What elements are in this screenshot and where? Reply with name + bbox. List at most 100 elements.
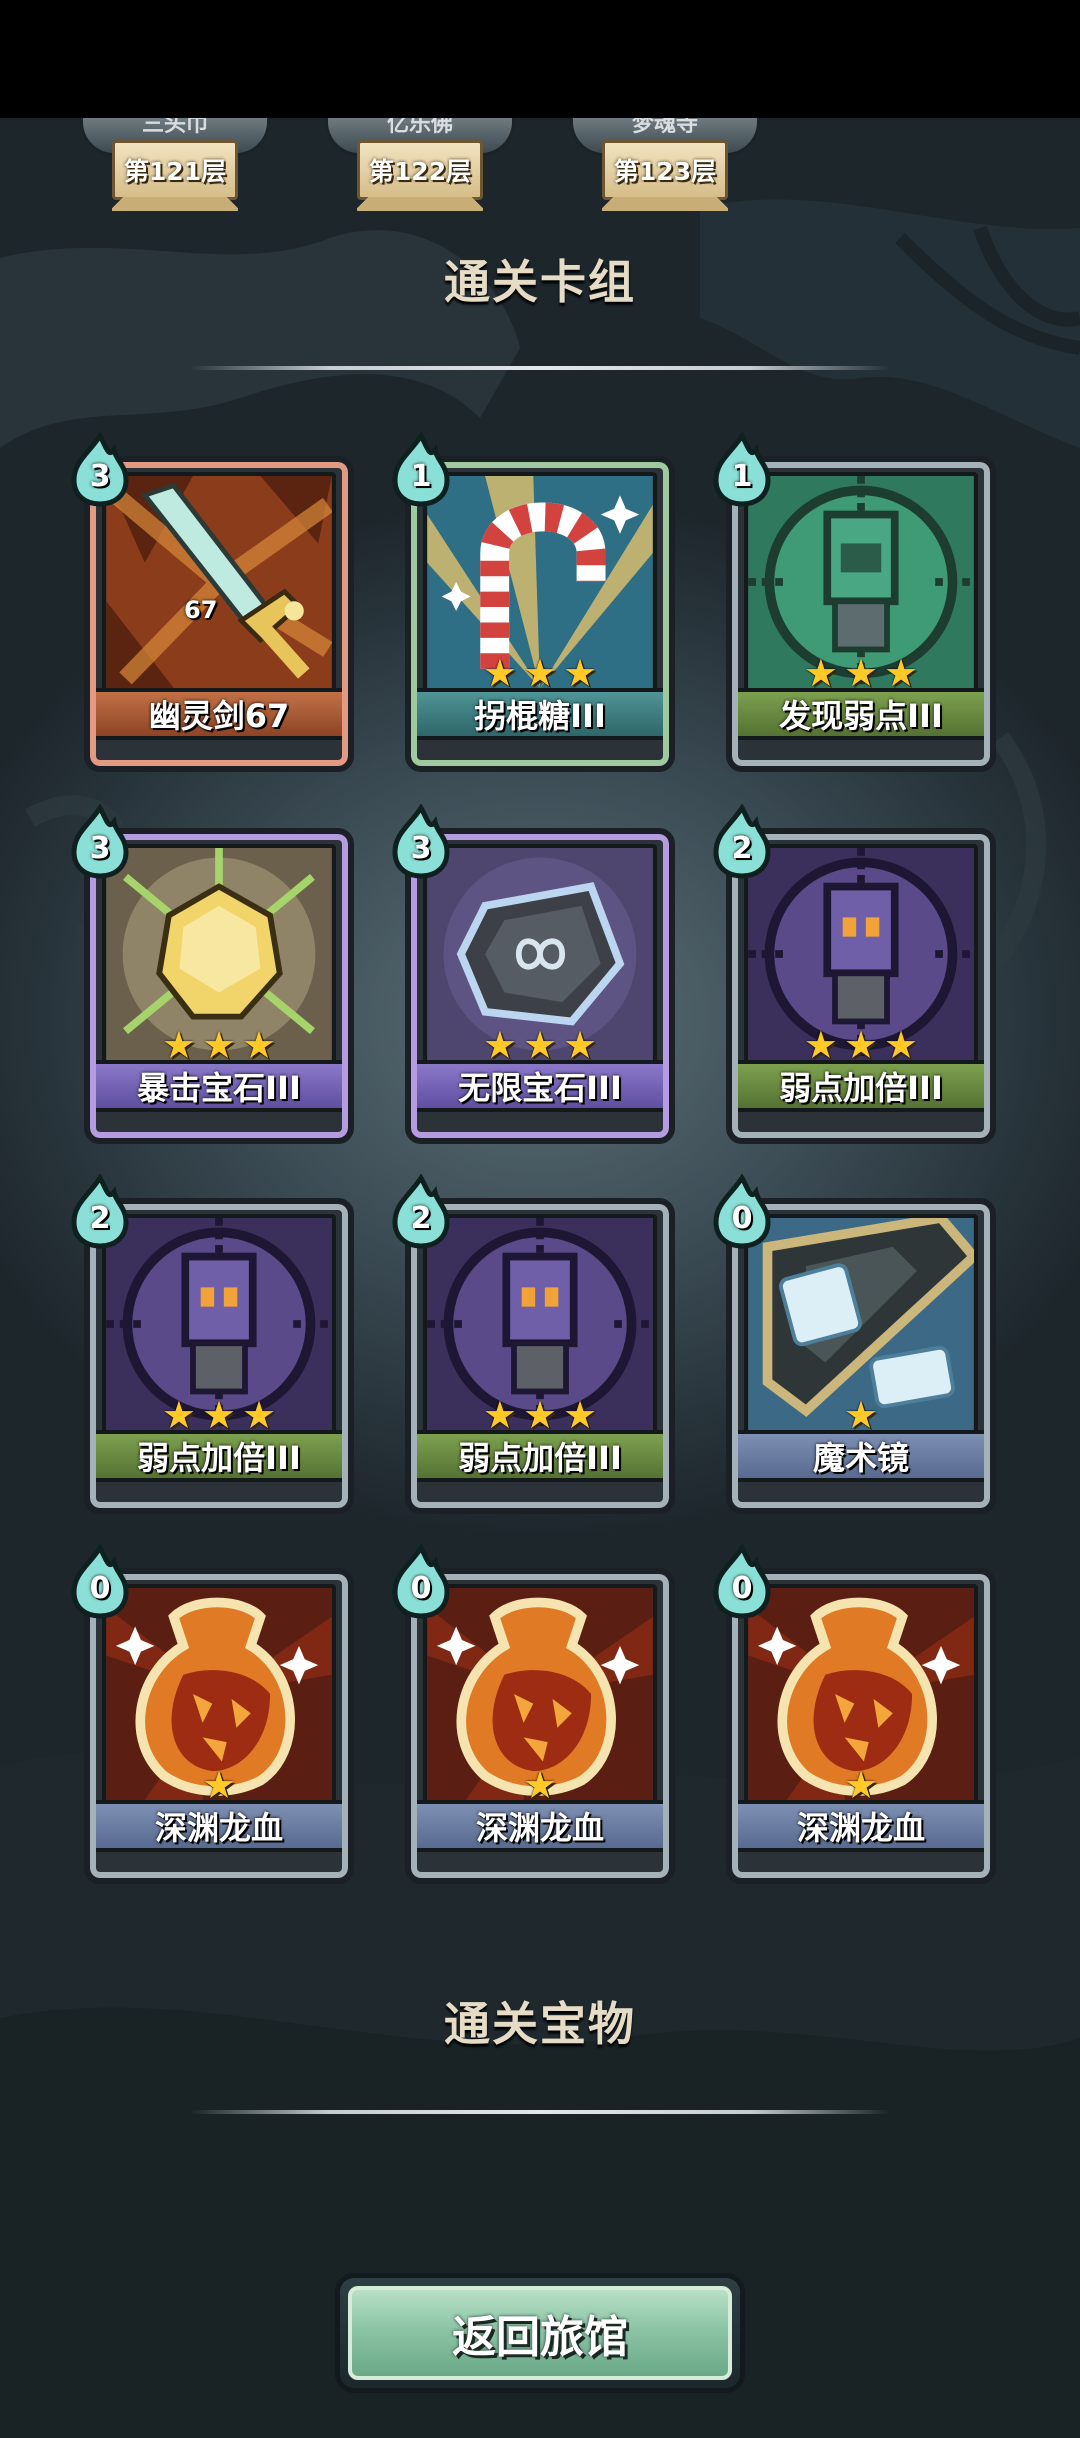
mana-cost-badge: 2 (710, 803, 774, 880)
card-stars: ★ ★ ★ (726, 654, 996, 692)
card-name: 弱点加倍III (96, 1430, 342, 1482)
star-icon: ★ (563, 1393, 598, 1437)
mana-cost-value: 1 (410, 459, 432, 494)
return-button-face: 返回旅馆 (348, 2286, 732, 2380)
card-stars: ★ (405, 1766, 675, 1804)
card-stars: ★ ★ ★ (84, 1396, 354, 1434)
ghost-sword-icon (102, 472, 336, 692)
card-level-tag: 67 (184, 596, 218, 624)
star-icon: ★ (884, 651, 919, 695)
card-crit-gem[interactable]: ★ ★ ★ 暴击宝石III 3 (71, 803, 354, 1144)
star-icon: ★ (161, 1023, 196, 1067)
floor-label: 第123层 (613, 157, 717, 186)
card-stars: ★ (726, 1766, 996, 1804)
card-name: 深渊龙血 (96, 1800, 342, 1852)
floor-name: 三头巾 (141, 118, 208, 137)
card-stars: ★ (726, 1396, 996, 1434)
star-icon: ★ (843, 1023, 879, 1067)
floor-ribbon: 第122层 (357, 140, 483, 211)
floor-tab-121[interactable]: 三头巾 第121层 (80, 118, 270, 218)
mana-cost-badge: 0 (68, 1543, 132, 1620)
game-scene: 三头巾 第121层 亿乐佛 第122层 梦魂寺 第123层 通关卡组 67 幽灵… (0, 118, 1080, 2438)
mana-cost-value: 2 (731, 831, 753, 866)
return-to-inn-button[interactable]: 返回旅馆 (340, 2278, 740, 2388)
star-icon: ★ (522, 651, 558, 695)
star-icon: ★ (843, 1393, 879, 1437)
star-icon: ★ (201, 1763, 237, 1807)
star-icon: ★ (482, 1023, 517, 1067)
card-stars: ★ ★ ★ (726, 1026, 996, 1064)
mana-cost-value: 0 (731, 1571, 753, 1606)
mana-cost-value: 2 (410, 1201, 432, 1236)
floor-name: 梦魂寺 (631, 118, 698, 137)
return-button-label: 返回旅馆 (452, 2312, 628, 2363)
card-name: 弱点加倍III (417, 1430, 663, 1482)
star-icon: ★ (201, 1393, 237, 1437)
star-icon: ★ (563, 1023, 598, 1067)
card-name: 弱点加倍III (738, 1060, 984, 1112)
star-icon: ★ (522, 1393, 558, 1437)
mana-cost-badge: 0 (710, 1173, 774, 1250)
card-find-weakness[interactable]: ★ ★ ★ 发现弱点III 1 (713, 431, 996, 772)
star-icon: ★ (242, 1393, 277, 1437)
card-stars: ★ (84, 1766, 354, 1804)
card-ghost-sword[interactable]: 67 幽灵剑67 3 (71, 431, 354, 772)
mana-cost-value: 3 (89, 459, 111, 494)
card-abyss-dragon-blood[interactable]: ★ 深渊龙血 0 (71, 1543, 354, 1884)
treasure-divider (190, 2110, 890, 2114)
star-icon: ★ (522, 1763, 558, 1807)
card-name: 发现弱点III (738, 688, 984, 740)
card-infinity-gem[interactable]: ★ ★ ★ 无限宝石III 3 (392, 803, 675, 1144)
card-stars: ★ ★ ★ (405, 654, 675, 692)
star-icon: ★ (803, 651, 838, 695)
treasure-section-title: 通关宝物 (444, 1997, 636, 2051)
card-candy-cane[interactable]: ★ ★ ★ 拐棍糖III 1 (392, 431, 675, 772)
mana-cost-badge: 2 (68, 1173, 132, 1250)
card-abyss-dragon-blood[interactable]: ★ 深渊龙血 0 (392, 1543, 675, 1884)
card-stars: ★ ★ ★ (405, 1396, 675, 1434)
mana-cost-badge: 1 (389, 431, 453, 508)
star-icon: ★ (563, 651, 598, 695)
star-icon: ★ (522, 1023, 558, 1067)
card-weakness-double[interactable]: ★ ★ ★ 弱点加倍III 2 (392, 1173, 675, 1514)
star-icon: ★ (884, 1023, 919, 1067)
floor-label: 第121层 (123, 157, 227, 186)
star-icon: ★ (201, 1023, 237, 1067)
mana-cost-value: 0 (89, 1571, 111, 1606)
star-icon: ★ (843, 1763, 879, 1807)
star-icon: ★ (482, 651, 517, 695)
card-name: 深渊龙血 (738, 1800, 984, 1852)
card-magic-mirror[interactable]: ★ 魔术镜 0 (713, 1173, 996, 1514)
mana-cost-badge: 3 (389, 803, 453, 880)
floor-ribbon: 第121层 (112, 140, 238, 211)
mana-cost-value: 0 (731, 1201, 753, 1236)
status-bar (0, 0, 1080, 118)
card-weakness-double[interactable]: ★ ★ ★ 弱点加倍III 2 (71, 1173, 354, 1514)
deck-divider (190, 366, 890, 370)
mana-cost-badge: 3 (68, 431, 132, 508)
floor-label: 第122层 (368, 157, 472, 186)
deck-section-title: 通关卡组 (444, 255, 636, 309)
card-weakness-double[interactable]: ★ ★ ★ 弱点加倍III 2 (713, 803, 996, 1144)
mana-cost-value: 1 (731, 459, 753, 494)
card-name: 暴击宝石III (96, 1060, 342, 1112)
card-name: 深渊龙血 (417, 1800, 663, 1852)
star-icon: ★ (803, 1023, 838, 1067)
card-abyss-dragon-blood[interactable]: ★ 深渊龙血 0 (713, 1543, 996, 1884)
card-name: 拐棍糖III (417, 688, 663, 740)
floor-tab-123[interactable]: 梦魂寺 第123层 (570, 118, 760, 218)
mana-cost-value: 0 (410, 1571, 432, 1606)
mana-cost-value: 3 (410, 831, 432, 866)
card-stars: ★ ★ ★ (84, 1026, 354, 1064)
card-name: 幽灵剑67 (96, 688, 342, 740)
floor-ribbon: 第123层 (602, 140, 728, 211)
star-icon: ★ (161, 1393, 196, 1437)
mana-cost-badge: 0 (389, 1543, 453, 1620)
mana-cost-badge: 0 (710, 1543, 774, 1620)
card-name: 魔术镜 (738, 1430, 984, 1482)
floor-tab-122[interactable]: 亿乐佛 第122层 (325, 118, 515, 218)
card-stars: ★ ★ ★ (405, 1026, 675, 1064)
mana-cost-badge: 1 (710, 431, 774, 508)
star-icon: ★ (482, 1393, 517, 1437)
star-icon: ★ (242, 1023, 277, 1067)
